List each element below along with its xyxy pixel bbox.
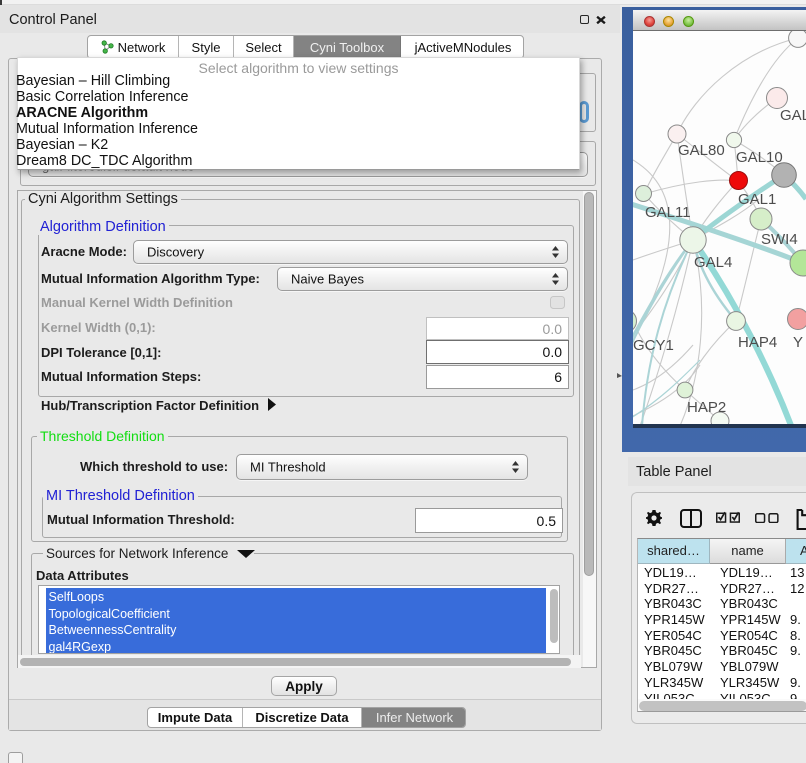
svg-text:GAL80: GAL80 — [678, 142, 725, 159]
svg-text:GCY1: GCY1 — [633, 337, 674, 354]
svg-text:GAL1: GAL1 — [738, 191, 776, 208]
svg-text:HAP2: HAP2 — [687, 399, 726, 416]
svg-text:GAL4: GAL4 — [694, 254, 732, 271]
svg-text:GAL: GAL — [780, 107, 806, 124]
svg-text:GAL10: GAL10 — [736, 149, 783, 166]
svg-text:SWI4: SWI4 — [761, 231, 798, 248]
svg-text:HAP4: HAP4 — [738, 334, 777, 351]
svg-text:GAL11: GAL11 — [645, 204, 691, 221]
svg-text:Y: Y — [793, 334, 803, 351]
